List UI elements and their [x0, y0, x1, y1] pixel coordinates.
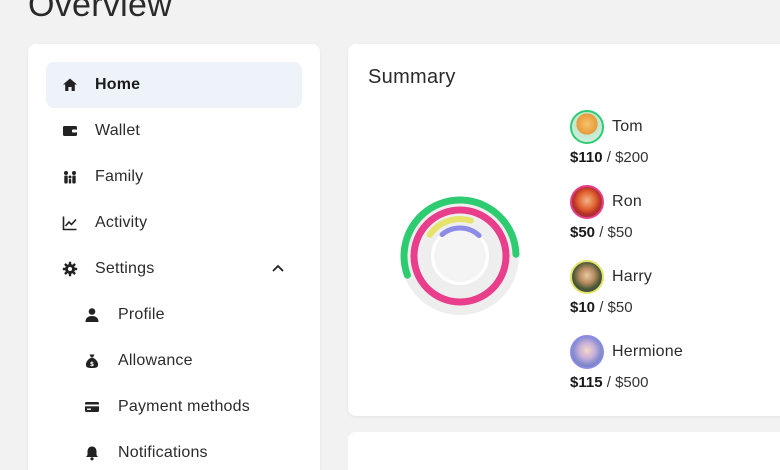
sidebar-item-allowance[interactable]: $ Allowance: [46, 338, 302, 384]
amount-spent: $110: [570, 149, 603, 166]
member-card-harry[interactable]: Harry $10 / $50: [570, 260, 652, 316]
member-card-tom[interactable]: Tom $110 / $200: [570, 110, 648, 166]
avatar: [570, 335, 604, 369]
sidebar-item-wallet[interactable]: Wallet: [46, 108, 302, 154]
credit-card-icon: [82, 397, 102, 417]
money-bag-icon: $: [82, 351, 102, 371]
amount-spent: $115: [570, 374, 603, 391]
overview-page: Overview Home Wallet Family Activity Set…: [0, 0, 780, 470]
amount-separator: /: [595, 224, 608, 241]
member-card-hermione[interactable]: Hermione $115 / $500: [570, 335, 683, 391]
amount-limit: $50: [607, 224, 633, 241]
member-name: Ron: [612, 193, 642, 210]
sidebar-item-label: Payment methods: [118, 398, 250, 415]
sidebar-item-settings[interactable]: Settings: [46, 246, 302, 292]
amount-separator: /: [595, 299, 608, 316]
sidebar-item-home[interactable]: Home: [46, 62, 302, 108]
page-title: Overview: [28, 0, 173, 24]
sidebar: Home Wallet Family Activity Settings Pro…: [28, 44, 320, 470]
member-name: Harry: [612, 268, 653, 285]
sidebar-item-label: Profile: [118, 306, 165, 323]
member-card-ron[interactable]: Ron $50 / $50: [570, 185, 642, 241]
chart-icon: [60, 213, 80, 233]
sidebar-item-label: Allowance: [118, 352, 193, 369]
sidebar-item-notifications[interactable]: Notifications: [46, 430, 302, 470]
person-icon: [82, 305, 102, 325]
amount-limit: $500: [615, 374, 649, 391]
member-amount: $115 / $500: [570, 374, 683, 391]
sidebar-item-payment-methods[interactable]: Payment methods: [46, 384, 302, 430]
amount-separator: /: [602, 374, 616, 391]
sidebar-item-label: Family: [95, 168, 144, 185]
sidebar-item-label: Activity: [95, 214, 148, 231]
amount-limit: $50: [607, 299, 633, 316]
chevron-up-icon[interactable]: [270, 260, 286, 276]
bell-icon: [82, 443, 102, 463]
member-amount: $10 / $50: [570, 299, 652, 316]
summary-card: Summary Tom $110 / $200 Ron $50 / $50 Ha…: [348, 44, 780, 416]
sidebar-item-label: Home: [95, 76, 141, 93]
gear-icon: [60, 259, 80, 279]
member-amount: $110 / $200: [570, 149, 648, 166]
avatar: [570, 260, 604, 294]
sidebar-item-activity[interactable]: Activity: [46, 200, 302, 246]
wallet-icon: [60, 121, 80, 141]
sidebar-item-label: Wallet: [95, 122, 141, 139]
secondary-card: [348, 432, 780, 470]
amount-spent: $10: [570, 299, 596, 316]
member-name: Tom: [612, 118, 643, 135]
summary-title: Summary: [368, 66, 456, 88]
svg-text:$: $: [90, 361, 94, 368]
member-name: Hermione: [612, 343, 683, 360]
sidebar-item-profile[interactable]: Profile: [46, 292, 302, 338]
family-icon: [60, 167, 80, 187]
spending-rings-chart: [398, 194, 522, 318]
amount-spent: $50: [570, 224, 596, 241]
amount-separator: /: [602, 149, 616, 166]
sidebar-item-family[interactable]: Family: [46, 154, 302, 200]
home-icon: [60, 75, 80, 95]
sidebar-item-label: Settings: [95, 260, 155, 277]
avatar: [570, 185, 604, 219]
avatar: [570, 110, 604, 144]
amount-limit: $200: [615, 149, 649, 166]
sidebar-item-label: Notifications: [118, 444, 208, 461]
member-amount: $50 / $50: [570, 224, 642, 241]
